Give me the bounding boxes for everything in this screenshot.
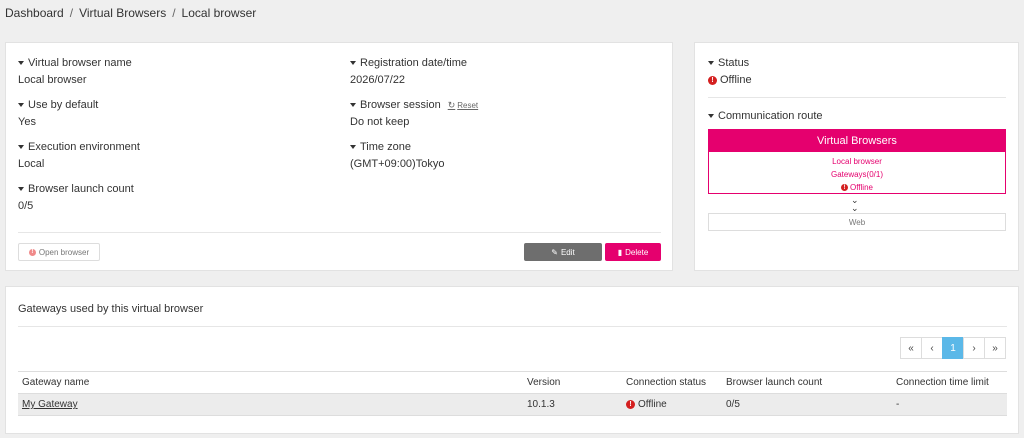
route-label: Communication route	[718, 110, 823, 122]
field-label: Time zone	[360, 141, 411, 153]
field-communication-route: Communication route	[708, 110, 823, 122]
field-label: Execution environment	[28, 141, 140, 153]
field-label: Use by default	[28, 99, 99, 111]
route-status: ! Offline	[709, 183, 1005, 192]
gateway-status-text: Offline	[638, 399, 667, 410]
column-header: Connection time limit	[892, 371, 1007, 394]
field-browser-session: Browser session ↻ Reset Do not keep	[350, 99, 478, 128]
gateway-name-link[interactable]: My Gateway	[22, 399, 78, 410]
field-value: 2026/07/22	[350, 74, 406, 86]
error-icon: !	[841, 184, 848, 191]
route-virtual-browsers-box: Virtual Browsers Local browser Gateways(…	[708, 129, 1006, 194]
breadcrumb-current: Local browser	[181, 6, 257, 20]
edit-icon: ✎	[551, 247, 558, 257]
column-header: Version	[523, 371, 622, 394]
field-value: (GMT+09:00)Tokyo	[350, 158, 445, 170]
caret-down-icon	[18, 61, 24, 65]
breadcrumb: Dashboard / Virtual Browsers / Local bro…	[5, 6, 256, 20]
caret-down-icon	[18, 103, 24, 107]
error-icon: !	[708, 75, 717, 85]
status-label: Status	[718, 57, 750, 69]
refresh-icon: ↻	[447, 99, 456, 110]
error-icon: !	[626, 400, 635, 409]
field-value: 0/5	[18, 200, 34, 212]
edit-label: Edit	[560, 247, 575, 257]
breadcrumb-dashboard[interactable]: Dashboard	[5, 6, 64, 20]
alert-icon: !	[28, 248, 36, 256]
pagination-next-button[interactable]: ›	[963, 337, 985, 359]
gateway-time-limit: -	[892, 393, 1007, 416]
divider	[18, 232, 661, 233]
reset-session-link[interactable]: ↻ Reset	[448, 100, 478, 111]
gateway-connection-status: ! Offline	[622, 393, 722, 416]
field-virtual-browser-name: Virtual browser name Local browser	[18, 57, 132, 86]
field-value: Do not keep	[350, 116, 410, 128]
table-header-row: Gateway name Version Connection status B…	[18, 371, 1007, 394]
open-browser-label: Open browser	[38, 247, 90, 257]
gateway-version: 10.1.3	[523, 393, 622, 416]
edit-button[interactable]: ✎ Edit	[524, 243, 602, 261]
field-use-by-default: Use by default Yes	[18, 99, 98, 128]
divider	[708, 97, 1006, 98]
field-value: Local	[18, 158, 45, 170]
field-browser-launch-count: Browser launch count 0/5	[18, 183, 134, 212]
breadcrumb-separator: /	[172, 6, 176, 20]
caret-down-icon	[350, 145, 356, 149]
open-browser-button[interactable]: ! Open browser	[18, 243, 100, 261]
chevron-double-down-icon: ⌄ ⌄	[851, 195, 859, 213]
pagination-last-button[interactable]: »	[984, 337, 1006, 359]
caret-down-icon	[350, 103, 356, 107]
status-value: Offline	[720, 74, 752, 86]
route-status-text: Offline	[850, 183, 873, 192]
status-card: Status ! Offline Communication route Vir…	[694, 42, 1019, 271]
field-time-zone: Time zone (GMT+09:00)Tokyo	[350, 141, 444, 170]
field-label: Browser launch count	[28, 183, 134, 195]
caret-down-icon	[708, 114, 714, 118]
breadcrumb-virtual-browsers[interactable]: Virtual Browsers	[79, 6, 166, 20]
pagination-page-button[interactable]: 1	[942, 337, 964, 359]
caret-down-icon	[708, 61, 714, 65]
delete-label: Delete	[625, 247, 649, 257]
breadcrumb-separator: /	[69, 6, 74, 20]
caret-down-icon	[350, 61, 356, 65]
virtual-browser-info-card: Virtual browser name Local browser Use b…	[5, 42, 673, 271]
table-row: My Gateway 10.1.3 ! Offline 0/5 -	[18, 393, 1007, 416]
route-web-box: Web	[708, 213, 1006, 231]
pagination: « ‹ 1 › »	[900, 337, 1006, 359]
route-header: Virtual Browsers	[709, 130, 1005, 152]
gateways-card: Gateways used by this virtual browser « …	[5, 286, 1019, 434]
field-label: Browser session	[360, 99, 441, 111]
route-browser: Local browser	[832, 157, 882, 166]
field-label: Virtual browser name	[28, 57, 132, 69]
field-value: Yes	[18, 116, 36, 128]
caret-down-icon	[18, 187, 24, 191]
column-header: Gateway name	[18, 371, 523, 394]
field-registration-datetime: Registration date/time 2026/07/22	[350, 57, 467, 86]
delete-button[interactable]: ▮ Delete	[605, 243, 661, 261]
field-label: Registration date/time	[360, 57, 467, 69]
field-status: Status ! Offline	[708, 57, 752, 86]
field-value: Local browser	[18, 74, 87, 86]
pagination-prev-button[interactable]: ‹	[921, 337, 943, 359]
trash-icon: ▮	[617, 247, 623, 257]
column-header: Browser launch count	[722, 371, 892, 394]
pagination-first-button[interactable]: «	[900, 337, 922, 359]
reset-label: Reset	[457, 100, 479, 110]
divider	[18, 326, 1007, 327]
field-execution-environment: Execution environment Local	[18, 141, 140, 170]
caret-down-icon	[18, 145, 24, 149]
column-header: Connection status	[622, 371, 722, 394]
route-gateways: Gateways(0/1)	[830, 170, 884, 179]
gateways-title: Gateways used by this virtual browser	[18, 303, 204, 315]
gateways-table: Gateway name Version Connection status B…	[18, 371, 1007, 416]
gateway-launch-count: 0/5	[722, 393, 892, 416]
